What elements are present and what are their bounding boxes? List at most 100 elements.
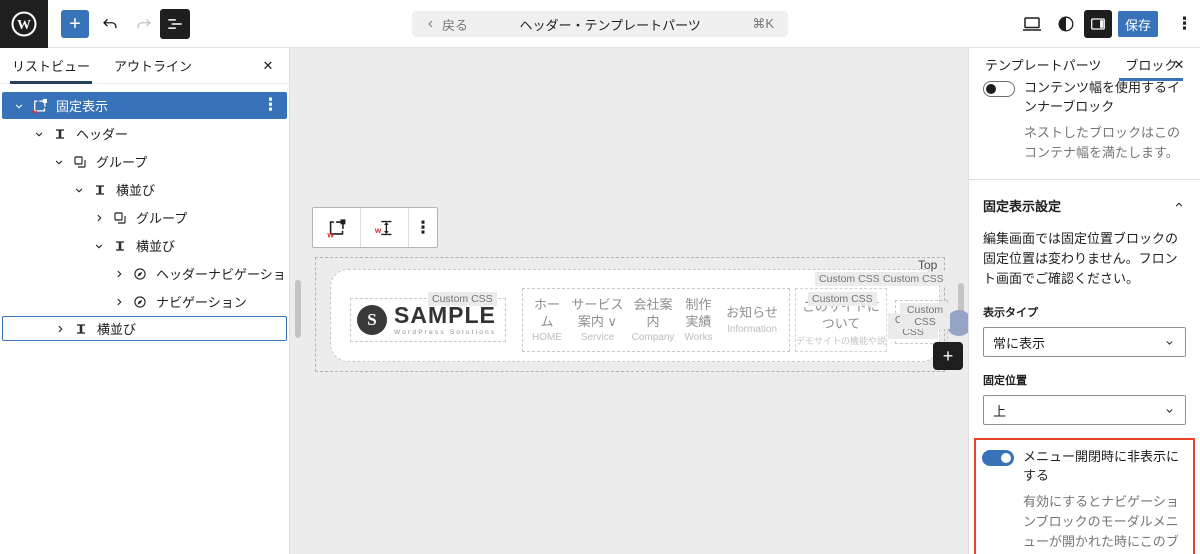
nav-item-jp: 会社案内 (631, 297, 675, 330)
tree-item-row-focused[interactable]: 横並び (2, 316, 287, 341)
settings-sidebar-toggle-button[interactable] (1084, 10, 1112, 38)
sidebar-panel-icon (1088, 14, 1108, 34)
fixed-display-block-icon: w (30, 96, 50, 116)
nav-item-information[interactable]: お知らせ Information (722, 305, 782, 334)
fixed-position-label: 固定位置 (983, 372, 1186, 388)
chevron-right-icon[interactable] (49, 318, 71, 340)
annotation-highlight-box: メニュー開閉時に非表示にする 有効にするとナビゲーションブロックのモーダルメニュ… (974, 438, 1195, 554)
tree-item-group[interactable]: グループ (2, 148, 287, 175)
top-link[interactable]: Top (918, 258, 937, 272)
preview-device-button[interactable] (1020, 12, 1044, 36)
redo-button[interactable] (132, 12, 156, 36)
chevron-down-icon[interactable] (48, 151, 70, 173)
inner-blocks-width-toggle[interactable] (983, 81, 1015, 97)
close-settings-button[interactable]: ✕ (1170, 56, 1188, 74)
row-block-icon (50, 124, 70, 144)
inner-blocks-width-setting: コンテンツ幅を使用するインナーブロック (983, 79, 1186, 117)
back-label: 戻る (442, 15, 468, 34)
back-button[interactable]: 戻る (412, 15, 468, 34)
editor-canvas[interactable]: w w ⋮ Top Custom CSS Custom CSS S SAMPLE… (290, 48, 968, 554)
tree-item-label: ヘッダーナビゲーショ... (156, 264, 287, 283)
chevron-down-icon (1163, 404, 1176, 417)
options-menu-button[interactable]: ⋮ (1176, 15, 1193, 32)
tree-item-row[interactable]: 横並び (2, 232, 287, 259)
chevron-left-icon (426, 19, 436, 29)
navigation-block-icon (130, 292, 150, 312)
block-appender-button[interactable]: + (933, 342, 963, 370)
chevron-down-icon[interactable] (68, 179, 90, 201)
tab-list-view[interactable]: リストビュー (0, 48, 102, 84)
tab-outline[interactable]: アウトライン (102, 48, 204, 84)
tree-item-row[interactable]: 横並び (2, 176, 287, 203)
close-list-view-button[interactable]: ✕ (259, 57, 277, 75)
tree-item-label: 横並び (97, 319, 136, 338)
tree-item-header-navigation[interactable]: ヘッダーナビゲーショ... (2, 260, 287, 287)
fixed-position-select[interactable]: 上 (983, 395, 1186, 425)
toggle-label: コンテンツ幅を使用するインナーブロック (1024, 79, 1186, 117)
toggle-help-text: 有効にするとナビゲーションブロックのモーダルメニューが開かれた時にこのブロックが… (1023, 492, 1187, 554)
inserter-toggle-button[interactable]: + (61, 10, 89, 38)
block-toolbar: w w ⋮ (312, 207, 438, 248)
custom-css-badge: Custom CSS (879, 272, 948, 286)
site-logo-subtext: WordPress Solutions (394, 329, 496, 336)
tree-item-fixed-display[interactable]: w 固定表示 ⋮ (2, 92, 287, 119)
divider (969, 179, 1200, 180)
display-type-select[interactable]: 常に表示 (983, 327, 1186, 357)
block-tree: w 固定表示 ⋮ ヘッダー グループ 横並び (0, 84, 289, 341)
chevron-right-icon[interactable] (108, 291, 130, 313)
nav-item-en: デモサイトの機能や説明 (796, 336, 886, 348)
chevron-down-icon[interactable] (28, 123, 50, 145)
tree-item-navigation[interactable]: ナビゲーション (2, 288, 287, 315)
chevron-right-icon[interactable] (88, 207, 110, 229)
fixed-display-block-icon: w (326, 217, 348, 239)
save-button[interactable]: 保存 (1118, 11, 1158, 37)
svg-text:w: w (326, 230, 334, 238)
options-icon: ⋮ (415, 219, 432, 236)
settings-sidebar: テンプレートパーツ ブロック ✕ コンテンツ幅を使用するインナーブロック ネスト… (968, 48, 1200, 554)
fixed-height-button[interactable]: w (361, 208, 409, 247)
hide-on-menu-toggle[interactable] (982, 450, 1014, 466)
wordpress-logo[interactable]: W (0, 0, 48, 48)
svg-text:w: w (31, 108, 38, 114)
fixed-display-settings-header[interactable]: 固定表示設定 (983, 196, 1186, 215)
nav-item-service[interactable]: サービス案内 ∨ Service (572, 297, 624, 343)
custom-css-badge: Custom CSS (808, 292, 877, 306)
tree-item-label: 横並び (116, 180, 155, 199)
chevron-down-icon[interactable] (8, 95, 30, 117)
wordpress-icon: W (9, 9, 39, 39)
list-view-sidebar: リストビュー アウトライン ✕ w 固定表示 ⋮ ヘッダー グループ (0, 48, 290, 554)
chevron-down-icon[interactable] (88, 235, 110, 257)
block-options-icon[interactable]: ⋮ (262, 96, 279, 113)
row-block-icon (71, 319, 91, 339)
document-bar[interactable]: 戻る ヘッダー・テンプレートパーツ ⌘K (412, 11, 788, 37)
navigation-block-icon (130, 264, 150, 284)
fixed-display-description: 編集画面では固定位置ブロックの固定位置は変わりません。フロント画面でご確認くださ… (983, 229, 1186, 289)
list-view-tabs: リストビュー アウトライン ✕ (0, 48, 289, 84)
chevron-right-icon[interactable] (108, 263, 130, 285)
tree-item-header[interactable]: ヘッダー (2, 120, 287, 147)
hide-on-menu-setting: メニュー開閉時に非表示にする (982, 448, 1187, 486)
select-value: 常に表示 (993, 333, 1045, 352)
nav-item-company[interactable]: 会社案内 Company (631, 297, 675, 343)
command-shortcut: ⌘K (752, 16, 788, 32)
tree-item-label: グループ (96, 152, 147, 171)
list-view-icon (165, 14, 185, 34)
tree-item-label: ヘッダー (76, 124, 128, 143)
nav-item-jp: ホーム (530, 297, 564, 330)
block-options-button[interactable]: ⋮ (409, 208, 437, 247)
header-navigation-block[interactable]: ホーム HOME サービス案内 ∨ Service 会社案内 Company 制… (522, 288, 790, 352)
tree-item-group[interactable]: グループ (2, 204, 287, 231)
fixed-display-block-button[interactable]: w (313, 208, 361, 247)
nav-item-home[interactable]: ホーム HOME (530, 297, 564, 343)
nav-item-works[interactable]: 制作実績 Works (683, 297, 715, 343)
row-block-icon (110, 236, 130, 256)
list-view-toggle-button[interactable] (160, 9, 190, 39)
canvas-resize-handle-left[interactable] (295, 280, 301, 338)
nav-item-en: Service (572, 332, 624, 343)
group-block-icon (110, 208, 130, 228)
style-variations-button[interactable] (1056, 14, 1076, 34)
undo-button[interactable] (98, 12, 122, 36)
tab-template-part[interactable]: テンプレートパーツ (985, 48, 1101, 81)
header-cta-block[interactable]: Custom CSS Custom CSS (895, 300, 948, 344)
vertical-resize-icon: w (374, 217, 396, 239)
